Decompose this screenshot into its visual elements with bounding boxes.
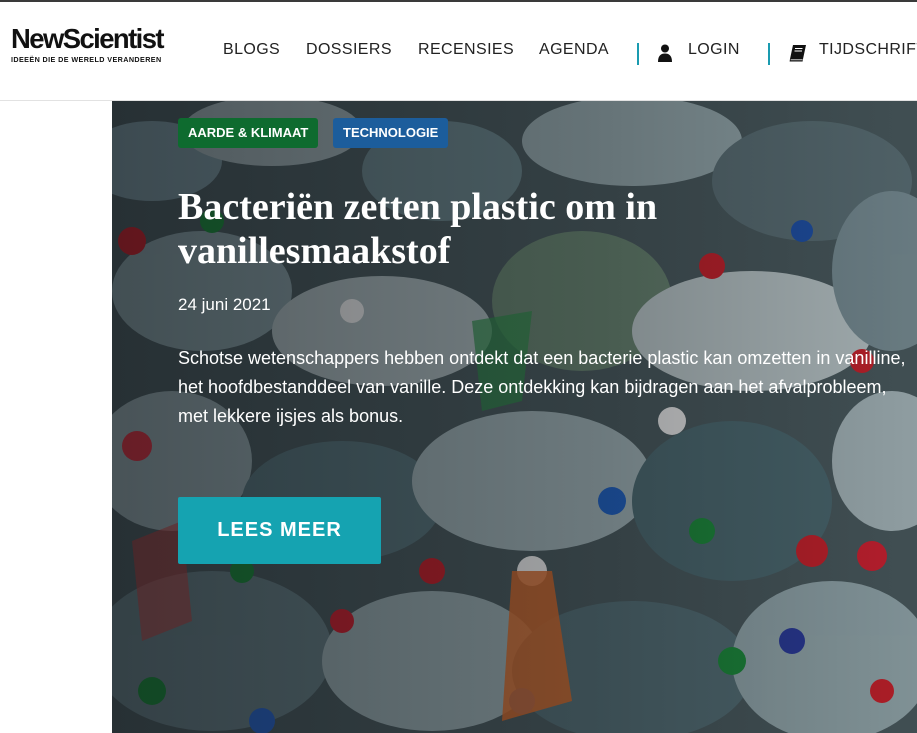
article-title[interactable]: Bacteriën zetten plastic om in vanillesm… [178,185,798,273]
article-date: 24 juni 2021 [178,295,271,314]
nav-divider [637,43,639,65]
nav-dossiers[interactable]: DOSSIERS [306,41,392,59]
user-icon[interactable] [658,44,672,67]
login-link[interactable]: LOGIN [688,41,740,59]
tag-technologie[interactable]: TECHNOLOGIE [333,118,449,148]
nav-recensies[interactable]: RECENSIES [418,41,514,59]
article-summary: Schotse wetenschappers hebben ontdekt da… [178,348,906,426]
nav-agenda[interactable]: AGENDA [539,41,609,59]
tag-aarde-klimaat[interactable]: AARDE & KLIMAAT [178,118,319,148]
book-icon[interactable] [789,45,807,67]
site-header: NewScientist IDEEËN DIE DE WERELD VERAND… [0,2,917,101]
nav-divider [768,43,770,65]
site-logo[interactable]: NewScientist IDEEËN DIE DE WERELD VERAND… [11,23,166,65]
logo-tagline: IDEEËN DIE DE WERELD VERANDEREN [11,55,162,64]
magazine-link[interactable]: TIJDSCHRIFT [819,41,917,59]
nav-blogs[interactable]: BLOGS [223,41,280,59]
read-more-button[interactable]: LEES MEER [178,497,381,564]
logo-wordmark: NewScientist [11,23,165,54]
